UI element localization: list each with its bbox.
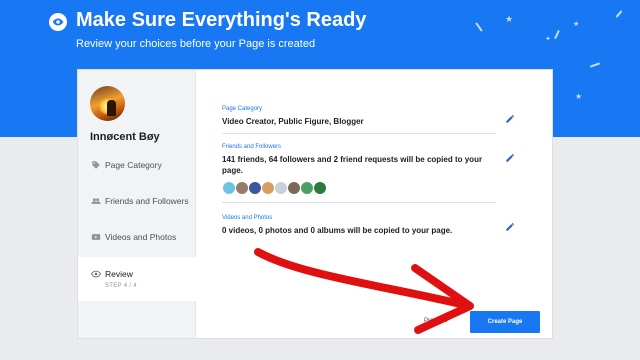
edit-category-pencil-icon[interactable] (505, 111, 515, 123)
create-page-button[interactable]: Create Page (470, 311, 540, 333)
friend-avatars (222, 181, 496, 195)
confetti-dash (589, 62, 601, 68)
friend-avatar (300, 181, 314, 195)
sparkle-icon: ★ (505, 14, 514, 24)
page-title: Make Sure Everything's Ready (76, 9, 367, 31)
friend-avatar (248, 181, 262, 195)
sidebar-item-friends-followers[interactable]: Friends and Followers (78, 185, 196, 217)
sidebar-item-label: Friends and Followers (105, 196, 189, 206)
friend-avatar (287, 181, 301, 195)
review-eye-icon (49, 13, 67, 31)
friend-avatar (274, 181, 288, 195)
video-icon (91, 232, 101, 242)
review-card: Innøcent Bøy Page Category Friends and F… (77, 69, 553, 339)
confetti-dash (554, 29, 560, 40)
section-value: 0 videos, 0 photos and 0 albums will be … (222, 226, 453, 235)
tag-icon (91, 160, 101, 170)
friend-avatar (313, 181, 327, 195)
sidebar-item-page-category[interactable]: Page Category (78, 149, 196, 181)
section-value: Video Creator, Public Figure, Blogger (222, 117, 364, 126)
friend-avatar (222, 181, 236, 195)
sidebar-item-videos-photos[interactable]: Videos and Photos (78, 221, 196, 253)
sidebar-item-label: Page Category (105, 160, 162, 170)
people-icon (91, 196, 101, 206)
media-section: Videos and Photos 0 videos, 0 photos and… (222, 215, 496, 245)
confetti-dash (475, 22, 483, 32)
eye-icon (91, 269, 101, 279)
section-label: Page Category (222, 106, 263, 112)
sidebar-item-review[interactable]: Review STEP 4 / 4 (78, 257, 196, 301)
friend-avatar (235, 181, 249, 195)
page-subtitle: Review your choices before your Page is … (76, 38, 316, 50)
section-value: 141 friends, 64 followers and 2 friend r… (222, 155, 483, 175)
sparkle-icon: ✦ (545, 36, 551, 43)
sparkle-icon: ★ (573, 21, 580, 28)
sidebar-item-label: Review (105, 269, 133, 279)
profile-name: Innøcent Bøy (90, 131, 160, 143)
friend-avatar (261, 181, 275, 195)
section-label: Videos and Photos (222, 215, 273, 221)
avatar (90, 86, 125, 121)
sidebar: Innøcent Bøy Page Category Friends and F… (78, 70, 196, 338)
edit-friends-pencil-icon[interactable] (505, 150, 515, 162)
sidebar-item-label: Videos and Photos (105, 232, 177, 242)
section-label: Friends and Followers (222, 144, 282, 150)
sparkle-icon: ★ (575, 92, 583, 101)
edit-media-pencil-icon[interactable] (505, 219, 515, 231)
confetti-dash (615, 10, 623, 18)
category-section: Page Category Video Creator, Public Figu… (222, 106, 496, 134)
step-indicator: STEP 4 / 4 (105, 283, 137, 289)
friends-section: Friends and Followers 141 friends, 64 fo… (222, 144, 496, 203)
previous-button[interactable]: Previous (424, 318, 447, 324)
